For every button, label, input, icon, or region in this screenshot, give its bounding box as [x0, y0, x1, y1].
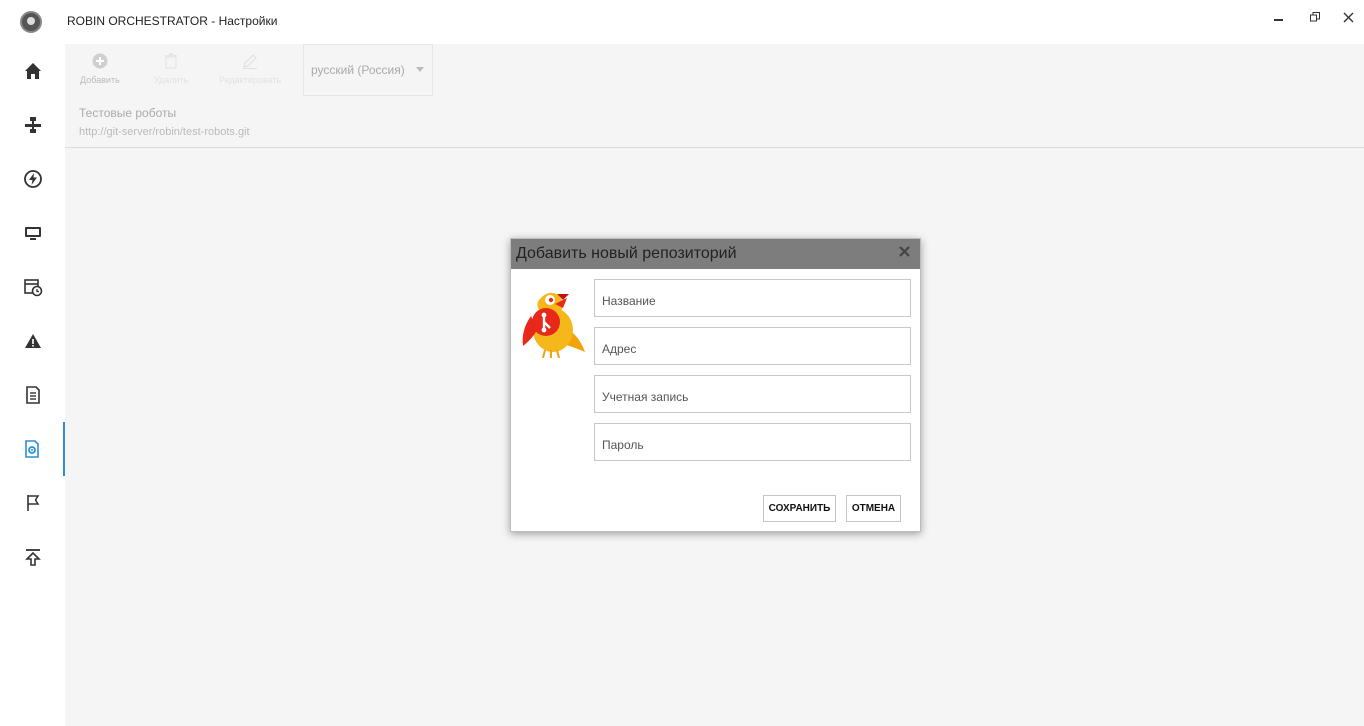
edit-button[interactable]: Редактировать — [219, 52, 281, 92]
add-repository-dialog: Добавить новый репозиторий СОХРАНИТЬ ОТМ… — [510, 238, 921, 532]
delete-button-label: Удалить — [154, 75, 189, 85]
dialog-close-button[interactable] — [899, 244, 910, 262]
language-select[interactable]: русский (Россия) — [303, 44, 433, 96]
repository-name-input[interactable] — [595, 280, 910, 316]
edit-button-label: Редактировать — [219, 75, 282, 85]
trash-icon — [165, 53, 178, 69]
sidebar-item-flags[interactable] — [0, 476, 65, 530]
warning-icon — [24, 334, 41, 348]
cancel-button[interactable]: ОТМЕНА — [846, 495, 901, 522]
dialog-title: Добавить новый репозиторий — [516, 245, 737, 262]
dialog-header: Добавить новый репозиторий — [511, 239, 920, 269]
add-icon — [92, 53, 108, 69]
restore-icon — [1310, 12, 1320, 22]
language-select-value: русский (Россия) — [311, 63, 405, 77]
repository-name[interactable]: Тестовые роботы — [79, 106, 176, 120]
close-window-button[interactable] — [1335, 6, 1361, 28]
schedule-icon — [23, 279, 42, 297]
close-icon — [899, 246, 910, 257]
sidebar-item-schedule[interactable] — [0, 260, 65, 314]
add-button-label: Добавить — [80, 75, 120, 85]
lightning-icon — [23, 170, 42, 188]
sidebar-item-monitor[interactable] — [0, 206, 65, 260]
sidebar — [0, 0, 65, 726]
window-title: ROBIN ORCHESTRATOR - Настройки — [67, 14, 278, 28]
robin-mascot-icon — [522, 292, 585, 358]
divider — [65, 147, 1364, 148]
upload-icon — [24, 549, 41, 566]
repository-name-field[interactable] — [594, 279, 911, 317]
restore-button[interactable] — [1302, 6, 1328, 28]
repository-url[interactable]: http://git-server/robin/test-robots.git — [79, 126, 250, 138]
sidebar-item-home[interactable] — [0, 44, 65, 98]
title-bar: ROBIN ORCHESTRATOR - Настройки — [65, 0, 1364, 44]
sidebar-item-upload[interactable] — [0, 530, 65, 584]
sidebar-item-logs[interactable] — [0, 368, 65, 422]
sidebar-item-network[interactable] — [0, 98, 65, 152]
minimize-button[interactable] — [1266, 6, 1292, 28]
sidebar-item-alerts[interactable] — [0, 314, 65, 368]
log-icon — [25, 386, 40, 404]
repository-address-field[interactable] — [594, 327, 911, 365]
sidebar-item-settings[interactable] — [0, 422, 65, 476]
settings-icon — [24, 440, 39, 458]
app-logo-icon — [20, 11, 42, 33]
add-button[interactable]: Добавить — [80, 52, 120, 92]
chevron-down-icon — [416, 67, 424, 72]
save-button[interactable]: СОХРАНИТЬ — [763, 495, 836, 522]
delete-button[interactable]: Удалить — [154, 52, 188, 92]
password-input[interactable] — [595, 424, 910, 460]
network-icon — [24, 117, 41, 133]
flag-icon — [26, 495, 39, 511]
repository-address-input[interactable] — [595, 328, 910, 364]
monitor-icon — [24, 227, 41, 240]
toolbar: Добавить Удалить Редактировать русский (… — [65, 44, 1364, 102]
close-icon — [1343, 12, 1353, 22]
sidebar-item-triggers[interactable] — [0, 152, 65, 206]
password-field[interactable] — [594, 423, 911, 461]
home-icon — [24, 63, 41, 79]
minimize-icon — [1274, 19, 1283, 21]
account-field[interactable] — [594, 375, 911, 413]
pencil-icon — [243, 54, 258, 69]
account-input[interactable] — [595, 376, 910, 412]
